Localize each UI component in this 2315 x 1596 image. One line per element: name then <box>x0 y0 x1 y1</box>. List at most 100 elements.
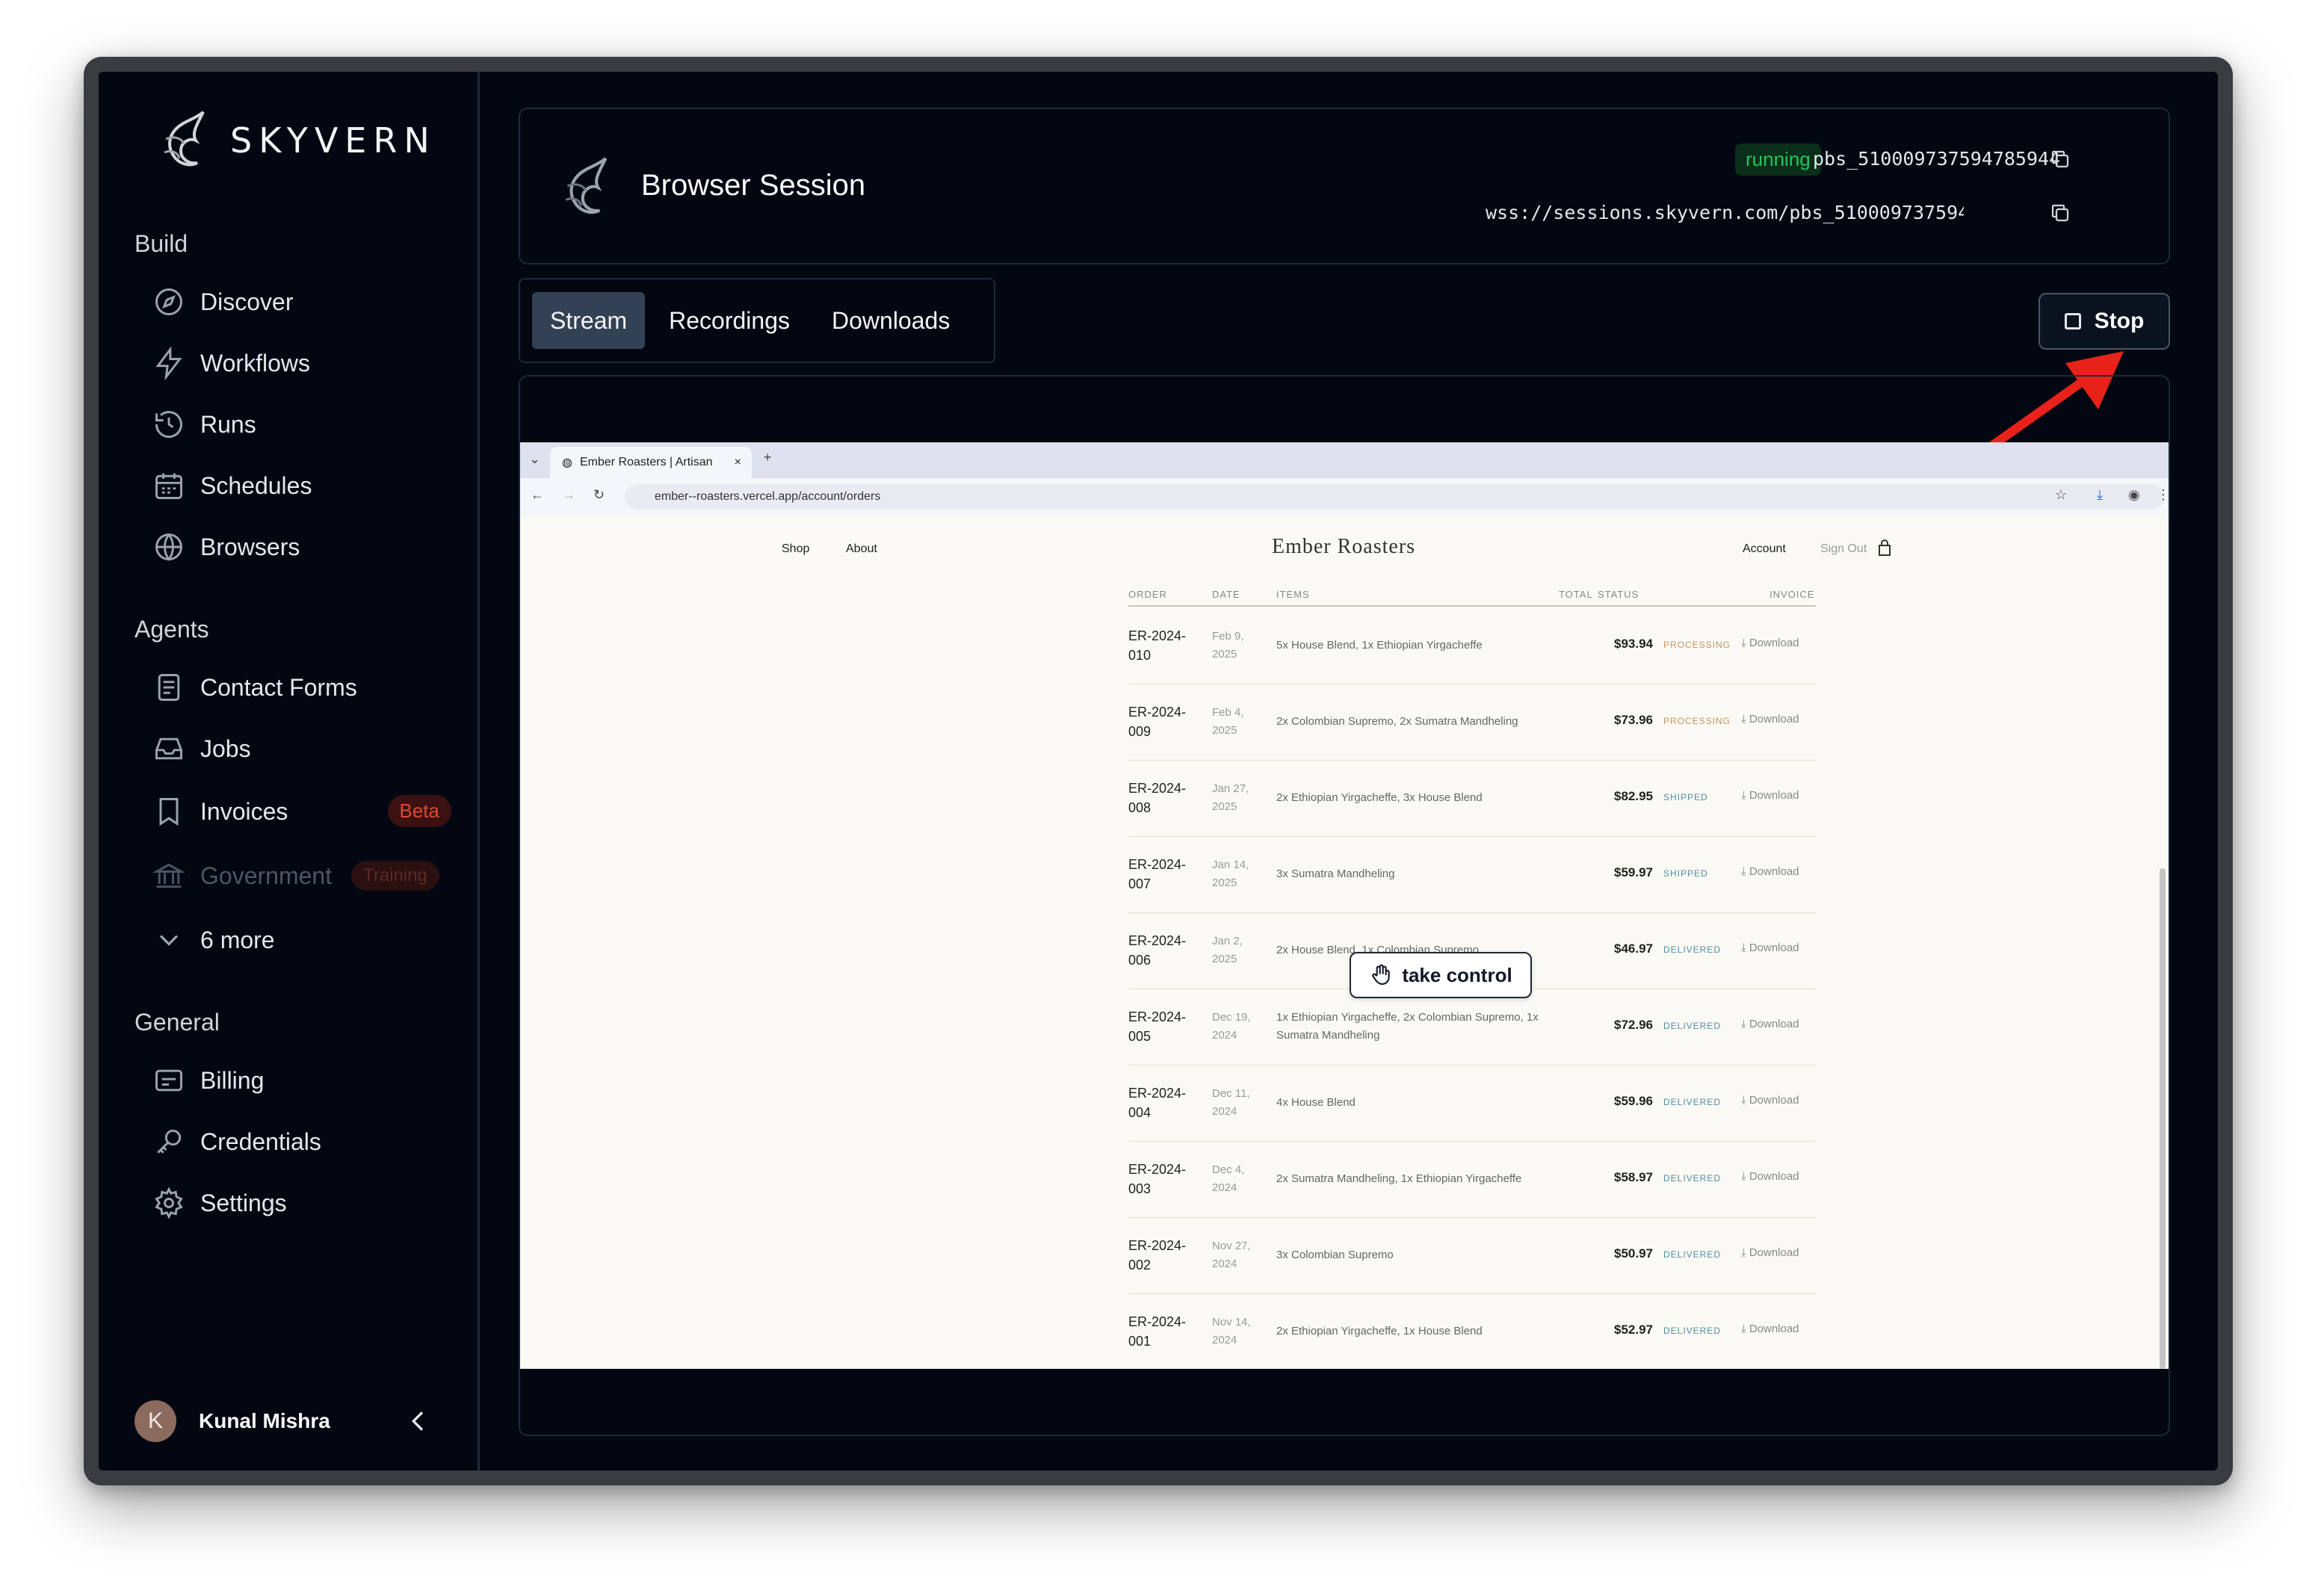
order-status: SHIPPED <box>1663 792 1708 802</box>
profile-icon[interactable]: ◉ <box>2128 487 2140 503</box>
download-invoice-link[interactable]: ⤓ Download <box>1741 1018 1799 1030</box>
nav-discover[interactable]: Discover <box>152 281 451 323</box>
order-date: Feb 4, 2025 <box>1212 706 1244 737</box>
site-nav-account[interactable]: Account <box>1743 542 1786 556</box>
download-invoice-link[interactable]: ⤓ Download <box>1741 789 1799 802</box>
order-date: Nov 14, 2024 <box>1212 1316 1251 1346</box>
user-name: Kunal Mishra <box>199 1409 330 1432</box>
download-invoice-link[interactable]: ⤓ Download <box>1741 865 1799 878</box>
history-icon <box>155 411 182 438</box>
order-total: $93.94 <box>1614 637 1653 651</box>
site-title[interactable]: Ember Roasters <box>1272 535 1415 559</box>
browser-tab[interactable]: ◍ Ember Roasters | Artisan × <box>550 447 752 478</box>
brand-logo[interactable]: SKYVERN <box>158 109 436 172</box>
order-items: 1x Ethiopian Yirgacheffe, 2x Colombian S… <box>1276 1011 1539 1042</box>
brand-name: SKYVERN <box>230 120 436 161</box>
download-invoice-link[interactable]: ⤓ Download <box>1741 941 1799 954</box>
order-id: ER-2024- 010 <box>1128 628 1187 663</box>
tab-recordings[interactable]: Recordings <box>651 292 808 349</box>
download-invoice-link[interactable]: ⤓ Download <box>1741 713 1799 726</box>
menu-dots-icon[interactable]: ⋮ <box>2157 487 2169 503</box>
browser-stream-viewport[interactable]: ⌄ ◍ Ember Roasters | Artisan × + ← → ↻ e… <box>520 442 2169 1369</box>
compass-icon <box>155 288 182 315</box>
gear-icon <box>155 1187 183 1219</box>
nav-jobs-label: Jobs <box>200 734 251 762</box>
take-control-label: take control <box>1402 963 1512 986</box>
order-id: ER-2024- 007 <box>1128 857 1187 891</box>
nav-browsers-label: Browsers <box>200 533 300 560</box>
nav-browsers[interactable]: Browsers <box>152 526 451 568</box>
chevron-down-icon[interactable]: ⌄ <box>529 451 540 467</box>
address-bar[interactable]: ember--roasters.vercel.app/account/order… <box>625 484 2164 510</box>
stop-square-icon <box>2064 313 2081 330</box>
copy-icon[interactable] <box>2049 202 2071 224</box>
order-items: 5x House Blend, 1x Ethiopian Yirgacheffe <box>1276 639 1483 652</box>
download-invoice-link[interactable]: ⤓ Download <box>1741 1246 1799 1259</box>
nav-government-label: Government <box>200 862 333 889</box>
order-id: ER-2024- 001 <box>1128 1314 1187 1349</box>
nav-invoices[interactable]: Invoices Beta <box>152 791 451 832</box>
back-arrow-icon[interactable]: ← <box>531 487 544 503</box>
download-invoice-link[interactable]: ⤓ Download <box>1741 1170 1799 1183</box>
download-invoice-link[interactable]: ⤓ Download <box>1741 1323 1799 1335</box>
inbox-icon <box>155 737 182 760</box>
download-invoice-link[interactable]: ⤓ Download <box>1741 1094 1799 1107</box>
table-row: ER-2024- 004 Dec 11, 2024 4x House Blend $… <box>1128 1065 1816 1142</box>
order-status: DELIVERED <box>1663 1021 1722 1031</box>
order-date: Nov 27, 2024 <box>1212 1240 1251 1270</box>
site-nav-about[interactable]: About <box>846 542 877 556</box>
forward-arrow-icon[interactable]: → <box>562 487 575 503</box>
order-date: Jan 14, 2025 <box>1212 859 1249 889</box>
nav-invoices-label: Invoices <box>200 797 288 825</box>
take-control-button[interactable]: take control <box>1350 952 1532 998</box>
order-total: $50.97 <box>1614 1246 1653 1261</box>
order-total: $46.97 <box>1614 941 1653 956</box>
nav-runs-label: Runs <box>200 410 256 438</box>
order-status: DELIVERED <box>1663 1326 1722 1336</box>
nav-billing[interactable]: Billing <box>152 1060 451 1101</box>
table-row: ER-2024- 002 Nov 27, 2024 3x Colombian Sup… <box>1128 1218 1816 1294</box>
chevron-down-icon <box>159 935 179 946</box>
lightning-icon <box>155 347 182 380</box>
site-nav-shop[interactable]: Shop <box>782 542 809 556</box>
collapse-sidebar-icon[interactable] <box>404 1406 433 1436</box>
site-nav-sign-out[interactable]: Sign Out <box>1820 542 1867 556</box>
nav-workflows[interactable]: Workflows <box>152 342 451 384</box>
nav-jobs[interactable]: Jobs <box>152 728 451 770</box>
table-row: ER-2024- 009 Feb 4, 2025 2x Colombian Supr… <box>1128 684 1816 761</box>
nav-runs[interactable]: Runs <box>152 403 451 445</box>
avatar: K <box>135 1400 176 1442</box>
bookmark-star-icon[interactable]: ☆ <box>2055 487 2067 503</box>
col-status: STATUS <box>1598 589 1639 600</box>
col-order: ORDER <box>1128 589 1167 600</box>
close-icon[interactable]: × <box>735 456 741 469</box>
nav-schedules[interactable]: Schedules <box>152 465 451 507</box>
nav-more[interactable]: 6 more <box>152 919 451 961</box>
download-invoice-link[interactable]: ⤓ Download <box>1741 637 1799 649</box>
tab-stream[interactable]: Stream <box>532 292 646 349</box>
table-row: ER-2024- 001 Nov 14, 2024 2x Ethiopian Yir… <box>1128 1294 1816 1369</box>
billing-card-icon <box>155 1069 182 1092</box>
order-items: 2x Ethiopian Yirgacheffe, 1x House Blend <box>1276 1325 1483 1337</box>
nav-credentials[interactable]: Credentials <box>152 1121 451 1163</box>
user-profile[interactable]: K Kunal Mishra <box>135 1400 448 1442</box>
order-id: ER-2024- 006 <box>1128 933 1187 968</box>
page-scrollbar[interactable] <box>2160 868 2166 1369</box>
order-items: 2x Colombian Supremo, 2x Sumatra Mandhel… <box>1276 715 1518 728</box>
order-status: PROCESSING <box>1663 716 1731 726</box>
order-id: ER-2024- 008 <box>1128 781 1187 815</box>
shopping-bag-icon[interactable] <box>1877 539 1892 557</box>
order-items: 4x House Blend <box>1276 1096 1356 1109</box>
section-agents: Agents <box>135 616 209 643</box>
nav-contact-forms[interactable]: Contact Forms <box>152 666 451 708</box>
status-badge: running <box>1735 143 1821 176</box>
nav-more-label: 6 more <box>200 926 275 953</box>
globe-icon <box>155 533 182 561</box>
tab-downloads[interactable]: Downloads <box>814 292 968 349</box>
nav-settings[interactable]: Settings <box>152 1182 451 1224</box>
new-tab-icon[interactable]: + <box>764 450 772 466</box>
download-icon[interactable]: ⤓ <box>2097 487 2103 503</box>
order-status: PROCESSING <box>1663 640 1731 650</box>
reload-icon[interactable]: ↻ <box>593 487 605 503</box>
copy-icon[interactable] <box>2049 148 2071 170</box>
